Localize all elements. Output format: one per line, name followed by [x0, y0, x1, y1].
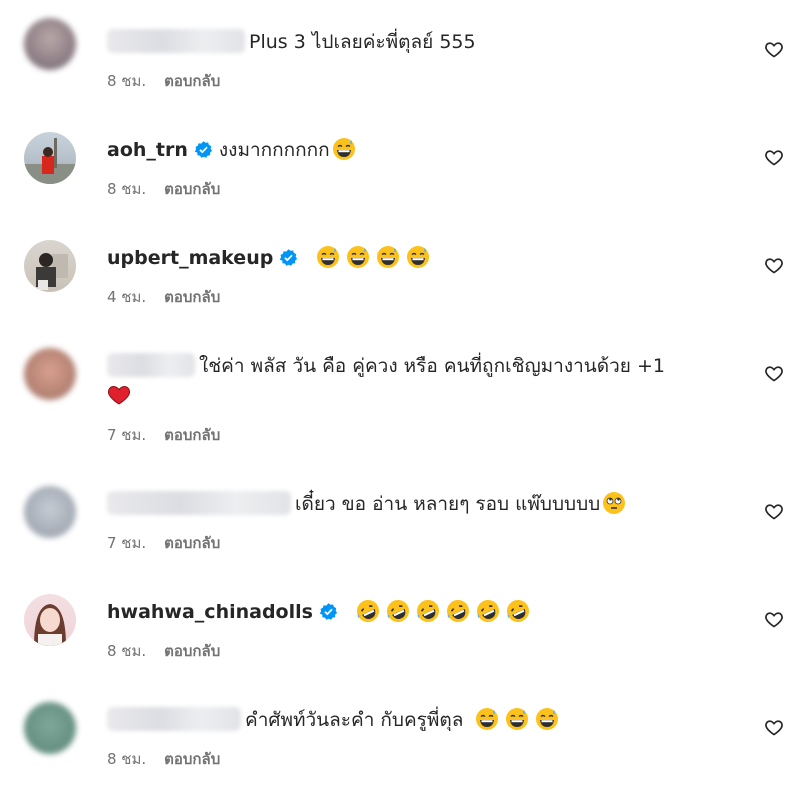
reply-button[interactable]: ตอบกลับ	[164, 180, 220, 198]
heart-outline-icon[interactable]	[764, 501, 784, 521]
comment-text-line: upbert_makeup	[107, 244, 730, 272]
comment-text-line: เดี๋ยว ขอ อ่าน หลายๆ รอบ แพ๊บบบบบ	[107, 490, 730, 518]
reply-button[interactable]: ตอบกลับ	[164, 750, 220, 768]
reply-button[interactable]: ตอบกลับ	[164, 534, 220, 552]
avatar[interactable]	[24, 702, 76, 754]
comment-time: 8 ชม.	[107, 750, 147, 768]
avatar[interactable]	[24, 18, 76, 70]
comment-meta: 8 ชม. ตอบกลับ	[107, 178, 730, 200]
grinning-sweat-emoji-icon	[536, 708, 559, 730]
grinning-sweat-emoji-icon	[506, 708, 529, 730]
grinning-sweat-emoji-icon	[317, 246, 340, 268]
avatar[interactable]	[24, 348, 76, 400]
rofl-emoji-icon	[477, 600, 499, 622]
grinning-sweat-emoji-icon	[347, 246, 370, 268]
grinning-sweat-emoji-icon	[407, 246, 430, 268]
heart-outline-icon[interactable]	[764, 717, 784, 737]
verified-badge-icon	[280, 249, 298, 266]
username-link[interactable]: hwahwa_chinadolls	[107, 601, 313, 623]
username-link[interactable]: upbert_makeup	[107, 247, 273, 269]
verified-badge-icon	[319, 603, 338, 620]
comment-text-line: คำศัพท์วันละคำ กับครูพี่ตุล	[107, 706, 730, 734]
comment-text-line: Plus 3 ไปเลยค่ะพี่ตุลย์ 555	[107, 28, 730, 56]
reply-button[interactable]: ตอบกลับ	[164, 288, 220, 306]
comment-time: 8 ชม.	[107, 72, 147, 90]
comment-text: ใช่ค่า พลัส วัน คือ คู่ควง หรือ คนที่ถูก…	[199, 355, 665, 377]
comment-meta: 7 ชม. ตอบกลับ	[107, 532, 730, 554]
reply-button[interactable]: ตอบกลับ	[164, 426, 220, 444]
avatar-image	[24, 138, 76, 184]
grinning-sweat-emoji-icon	[332, 138, 355, 160]
avatar-image	[36, 253, 68, 290]
heart-outline-icon[interactable]	[764, 39, 784, 59]
avatar[interactable]	[24, 132, 76, 184]
rofl-emoji-icon	[387, 600, 409, 622]
grinning-sweat-emoji-icon	[476, 708, 499, 730]
comment-meta: 8 ชม. ตอบกลับ	[107, 70, 730, 92]
verified-badge-icon	[194, 141, 212, 158]
comment-text: งงมากกกกกก	[218, 139, 330, 161]
comment-time: 7 ชม.	[107, 534, 147, 552]
rofl-emoji-icon	[507, 600, 529, 622]
comment-text-line: ใช่ค่า พลัส วัน คือ คู่ควง หรือ คนที่ถูก…	[107, 352, 730, 380]
comment-time: 8 ชม.	[107, 642, 147, 660]
heart-outline-icon[interactable]	[764, 255, 784, 275]
blurred-username[interactable]	[107, 707, 241, 731]
comment-text: Plus 3 ไปเลยค่ะพี่ตุลย์ 555	[249, 31, 476, 53]
comment-text: เดี๋ยว ขอ อ่าน หลายๆ รอบ แพ๊บบบบบ	[295, 493, 601, 515]
rofl-emoji-icon	[417, 600, 439, 622]
rofl-emoji-icon	[357, 600, 379, 622]
comment-text: คำศัพท์วันละคำ กับครูพี่ตุล	[245, 709, 464, 731]
avatar[interactable]	[24, 240, 76, 292]
blurred-username[interactable]	[107, 491, 291, 515]
comment-text-line: aoh_trn งงมากกกกกก	[107, 136, 730, 164]
reply-button[interactable]: ตอบกลับ	[164, 642, 220, 660]
avatar-image	[34, 604, 66, 646]
comment-text-line	[107, 382, 730, 410]
grinning-sweat-emoji-icon	[377, 246, 400, 268]
heart-outline-icon[interactable]	[764, 147, 784, 167]
heart-outline-icon[interactable]	[764, 609, 784, 629]
comment-time: 4 ชม.	[107, 288, 147, 306]
comment-time: 7 ชม.	[107, 426, 147, 444]
avatar[interactable]	[24, 594, 76, 646]
reply-button[interactable]: ตอบกลับ	[164, 72, 220, 90]
avatar[interactable]	[24, 486, 76, 538]
comment-text-line: hwahwa_chinadolls	[107, 598, 730, 626]
comment-meta: 4 ชม. ตอบกลับ	[107, 286, 730, 308]
blurred-username[interactable]	[107, 29, 245, 53]
red-heart-icon	[108, 385, 130, 405]
username-link[interactable]: aoh_trn	[107, 139, 188, 161]
comment-meta: 7 ชม. ตอบกลับ	[107, 424, 730, 446]
comment-meta: 8 ชม. ตอบกลับ	[107, 748, 730, 770]
rofl-emoji-icon	[447, 600, 469, 622]
heart-outline-icon[interactable]	[764, 363, 784, 383]
blurred-username[interactable]	[107, 353, 195, 377]
comment-time: 8 ชม.	[107, 180, 147, 198]
comment-meta: 8 ชม. ตอบกลับ	[107, 640, 730, 662]
rolling-eyes-emoji-icon	[603, 492, 626, 514]
